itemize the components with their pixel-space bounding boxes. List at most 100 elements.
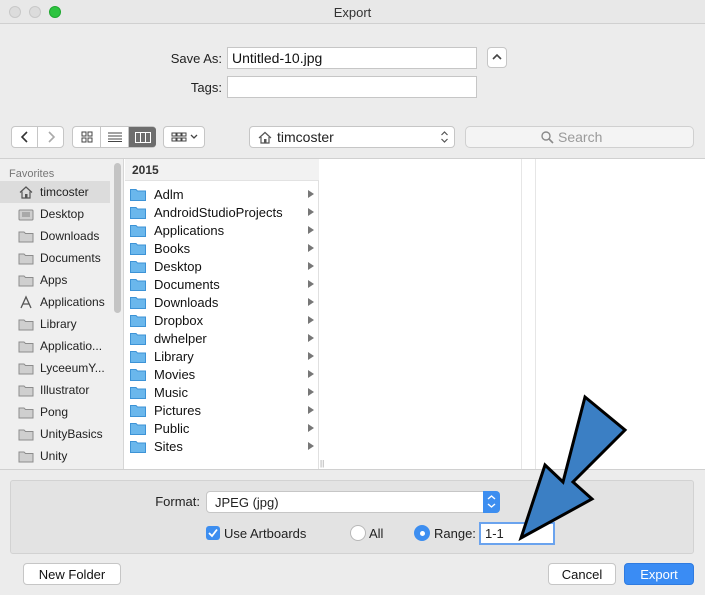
sidebar-item[interactable]: timcoster [0,181,110,203]
tags-field[interactable] [227,76,477,98]
list-item-label: Documents [154,276,220,292]
blue-folder-icon [130,242,146,255]
sidebar-item[interactable]: Library [0,313,110,335]
folder-icon [18,319,34,331]
list-view-icon [107,132,122,142]
sidebar-item[interactable]: Documents [0,247,110,269]
disclosure-arrow-icon [308,208,314,216]
sidebar-item-label: UnityBasics [40,427,103,441]
checkmark-icon [208,528,218,538]
blue-folder-icon [130,368,146,381]
sidebar-item-label: Applicatio... [40,339,103,353]
list-item[interactable]: Movies [125,365,319,383]
sidebar-item[interactable]: UnityBasics [0,423,110,445]
sidebar-item-label: Applications [40,295,105,309]
collapse-button[interactable] [487,47,507,68]
list-view-button[interactable] [101,127,129,147]
disclosure-arrow-icon [308,226,314,234]
list-item[interactable]: Sites [125,437,319,455]
sidebar-item[interactable]: Applicatio... [0,335,110,357]
disclosure-arrow-icon [308,424,314,432]
sidebar-item[interactable]: Desktop [0,203,110,225]
list-item[interactable]: Desktop [125,257,319,275]
chevron-left-icon [20,131,28,143]
column-view-button[interactable] [129,127,156,147]
folder-icon [18,429,34,441]
sidebar-item[interactable]: LyceeumY... [0,357,110,379]
search-field[interactable]: Search [465,126,694,148]
list-item-label: dwhelper [154,330,207,346]
list-item-label: Applications [154,222,225,238]
back-button[interactable] [12,127,38,147]
icon-view-button[interactable] [73,127,101,147]
popup-arrows [483,491,500,513]
arrange-icon [171,132,198,142]
blue-folder-icon [130,350,146,363]
sidebar-item[interactable]: Applications [0,291,110,313]
list-item[interactable]: AndroidStudioProjects [125,203,319,221]
new-folder-button[interactable]: New Folder [23,563,121,585]
list-item-label: Dropbox [154,312,204,328]
sidebar-item[interactable]: Unity [0,445,110,467]
list-item[interactable]: Books [125,239,319,257]
favorites-heading: Favorites [9,168,55,180]
range-radio[interactable] [414,525,430,541]
sidebar-item-label: Downloads [40,229,100,243]
disclosure-arrow-icon [308,298,314,306]
list-item[interactable]: Applications [125,221,319,239]
use-artboards-checkbox[interactable] [206,526,220,540]
folder-icon [18,341,34,353]
sidebar-item[interactable]: Apps [0,269,110,291]
export-button[interactable]: Export [624,563,694,585]
sidebar-scrollbar[interactable] [114,163,121,313]
format-value: JPEG (jpg) [215,495,279,510]
blue-folder-icon [130,440,146,453]
forward-button[interactable] [38,127,64,147]
list-item[interactable]: Library [125,347,319,365]
list-item[interactable]: Music [125,383,319,401]
blue-folder-icon [130,386,146,399]
blue-folder-icon [130,188,146,201]
file-browser: Favorites timcoster Desktop Downloads Docum… [0,158,705,470]
sidebar: Favorites timcoster Desktop Downloads Docum… [0,159,124,469]
disclosure-arrow-icon [308,190,314,198]
list-item-label: Desktop [154,258,202,274]
list-item[interactable]: Documents [125,275,319,293]
filename-field[interactable]: Untitled-10.jpg [227,47,477,69]
sidebar-item[interactable]: Pong [0,401,110,423]
folder-icon [18,451,34,463]
all-radio[interactable] [350,525,366,541]
sidebar-item-label: Unity [40,449,68,463]
blue-folder-icon [130,278,146,291]
sidebar-item[interactable]: Downloads [0,225,110,247]
sidebar-item[interactable]: Illustrator [0,379,110,401]
disclosure-arrow-icon [308,334,314,342]
disclosure-arrow-icon [308,406,314,414]
all-label: All [369,526,384,541]
location-popup[interactable]: timcoster [249,126,455,148]
range-input[interactable]: 1-1 [479,522,555,545]
list-item[interactable]: dwhelper [125,329,319,347]
sidebar-item-label: Documents [40,251,101,265]
list-item[interactable]: Pictures [125,401,319,419]
chevron-right-icon [48,131,56,143]
disclosure-arrow-icon [308,316,314,324]
blue-folder-icon [130,224,146,237]
format-popup[interactable]: JPEG (jpg) [206,491,500,513]
chevron-up-icon [492,53,502,60]
home-icon [19,186,33,199]
save-as-label: Save As: [170,51,222,66]
folder-icon [18,363,34,375]
column-header: 2015 [125,159,319,181]
list-item-label: Public [154,420,190,436]
list-item[interactable]: Downloads [125,293,319,311]
folder-icon [18,275,34,287]
column-resize-handle[interactable]: || [320,459,324,468]
arrange-menu-button[interactable] [163,126,205,148]
list-item-label: Books [154,240,191,256]
cancel-button[interactable]: Cancel [548,563,616,585]
list-item[interactable]: Adlm [125,185,319,203]
list-item[interactable]: Public [125,419,319,437]
list-item[interactable]: Dropbox [125,311,319,329]
range-label: Range: [434,526,476,541]
